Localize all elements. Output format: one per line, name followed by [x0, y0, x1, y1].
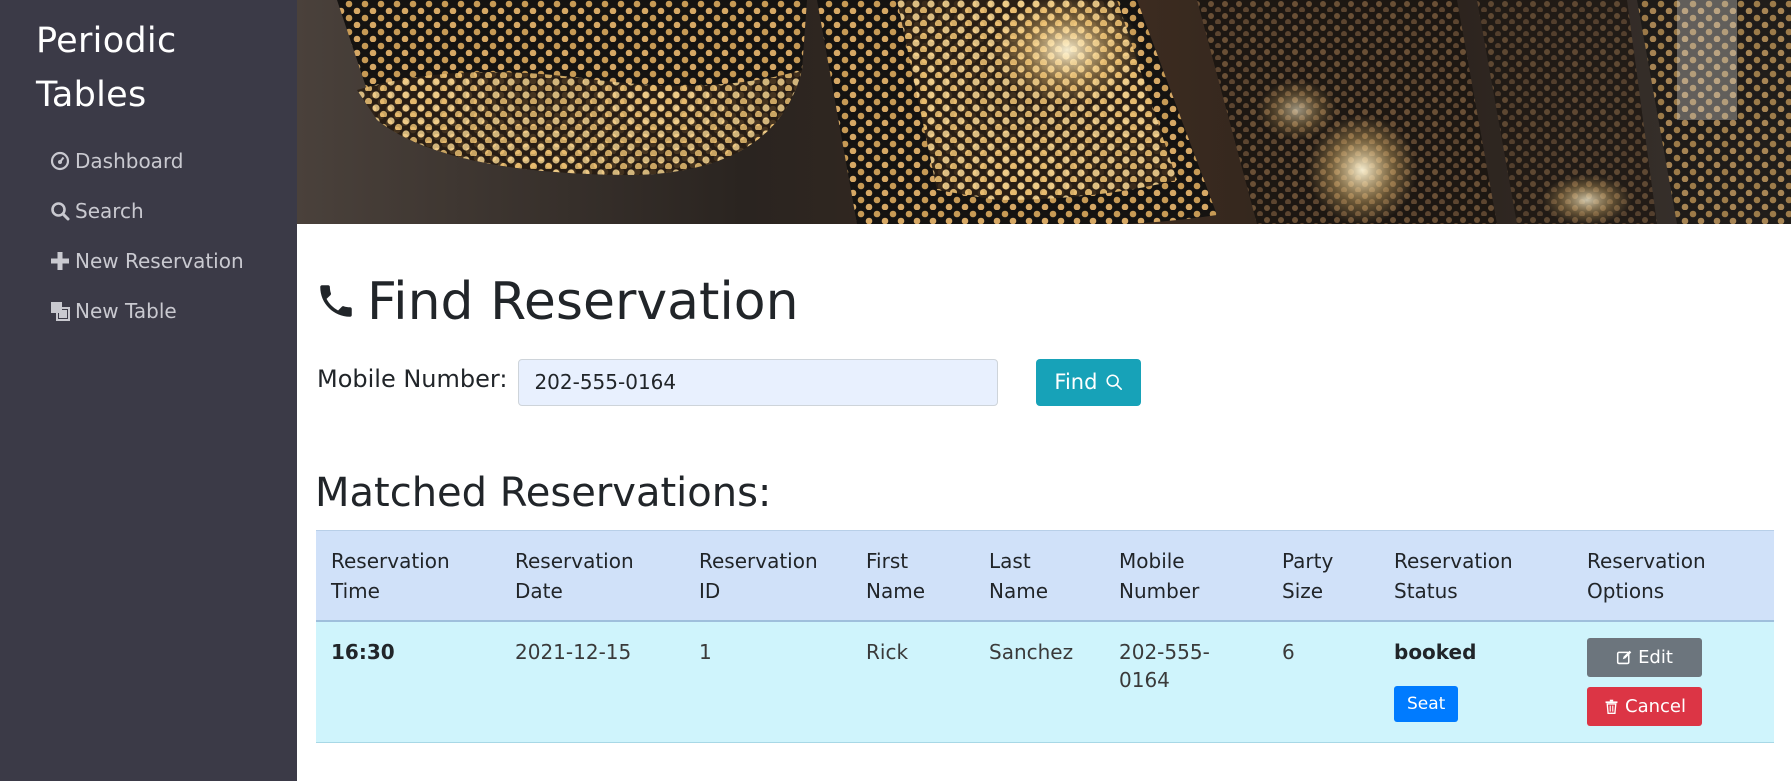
header-line-2: Name — [989, 579, 1049, 603]
status-badge: booked — [1394, 640, 1477, 664]
header-line-2: Time — [331, 579, 380, 603]
edit-button-label: Edit — [1638, 647, 1673, 668]
header-line-2: ID — [699, 579, 721, 603]
sidebar-nav: Dashboard Search New Reservation New Tab… — [49, 136, 244, 336]
sidebar: Periodic Tables Dashboard Search New Res… — [0, 0, 297, 781]
sidebar-item-label: New Reservation — [75, 249, 244, 273]
find-button-label: Find — [1054, 370, 1098, 394]
cell-options: Edit Cancel — [1572, 621, 1774, 743]
trash-icon — [1605, 699, 1618, 714]
column-header: Reservation Status — [1379, 530, 1572, 622]
sidebar-item-new-table[interactable]: New Table — [49, 286, 244, 336]
find-button[interactable]: Find — [1036, 358, 1142, 406]
header-line-1: Mobile — [1119, 549, 1185, 573]
sidebar-item-label: New Table — [75, 299, 177, 323]
header-line-1: Reservation — [515, 549, 634, 573]
header-line-1: Reservation — [1587, 549, 1706, 573]
column-header: First Name — [851, 530, 974, 622]
cell-mobile: 202-555-0164 — [1104, 621, 1267, 743]
app-brand[interactable]: Periodic Tables — [36, 14, 177, 122]
column-header: Mobile Number — [1104, 530, 1267, 622]
table-header-row: Reservation Time Reservation Date Reservat… — [316, 530, 1774, 622]
sidebar-item-label: Search — [75, 199, 144, 223]
header-line-1: Last — [989, 549, 1031, 573]
cancel-button[interactable]: Cancel — [1587, 687, 1702, 726]
cell-last-name: Sanchez — [974, 621, 1104, 743]
dashboard-icon — [49, 150, 71, 172]
page-title-text: Find Reservation — [367, 272, 799, 332]
cell-status: booked Seat — [1379, 621, 1572, 743]
header-line-2: Name — [866, 579, 926, 603]
cell-first-name: Rick — [851, 621, 974, 743]
sidebar-item-search[interactable]: Search — [49, 186, 244, 236]
search-icon — [1106, 374, 1123, 391]
column-header: Last Name — [974, 530, 1104, 622]
header-line-2: Date — [515, 579, 563, 603]
cell-id: 1 — [684, 621, 851, 743]
search-form: Mobile Number: Find — [317, 358, 1142, 406]
mobile-number-label: Mobile Number: — [317, 365, 508, 393]
header-line-1: Party — [1282, 549, 1334, 573]
cell-party-size: 6 — [1267, 621, 1379, 743]
banner-image — [297, 0, 1791, 224]
column-header: Reservation Options — [1572, 530, 1774, 622]
reservations-table: Reservation Time Reservation Date Reservat… — [316, 530, 1774, 743]
table-row: 16:30 2021-12-15 1 Rick Sanchez 202-555-… — [316, 621, 1774, 743]
column-header: Reservation ID — [684, 530, 851, 622]
options-group: Edit Cancel — [1587, 638, 1760, 726]
header-line-1: First — [866, 549, 909, 573]
header-line-2: Number — [1119, 579, 1200, 603]
cancel-button-label: Cancel — [1625, 696, 1686, 717]
header-line-1: Reservation — [1394, 549, 1513, 573]
mobile-number-input[interactable] — [518, 358, 999, 406]
page-title: Find Reservation — [315, 272, 799, 332]
column-header: Reservation Date — [500, 530, 684, 622]
edit-button[interactable]: Edit — [1587, 638, 1702, 677]
sidebar-item-dashboard[interactable]: Dashboard — [49, 136, 244, 186]
header-line-1: Reservation — [699, 549, 818, 573]
phone-icon — [315, 280, 359, 324]
column-header: Party Size — [1267, 530, 1379, 622]
cell-time: 16:30 — [316, 621, 500, 743]
column-header: Reservation Time — [316, 530, 500, 622]
edit-icon — [1616, 650, 1632, 665]
sidebar-item-label: Dashboard — [75, 149, 184, 173]
results-title: Matched Reservations: — [315, 470, 772, 516]
header-line-1: Reservation — [331, 549, 450, 573]
header-line-2: Options — [1587, 579, 1665, 603]
table-icon — [49, 300, 71, 322]
seat-button[interactable]: Seat — [1394, 686, 1459, 722]
brand-line-1: Periodic — [36, 21, 177, 61]
plus-icon — [49, 250, 71, 272]
brand-line-2: Tables — [36, 75, 147, 115]
cell-date: 2021-12-15 — [500, 621, 684, 743]
search-icon — [49, 200, 71, 222]
sidebar-item-new-reservation[interactable]: New Reservation — [49, 236, 244, 286]
header-line-2: Status — [1394, 579, 1458, 603]
header-line-2: Size — [1282, 579, 1324, 603]
